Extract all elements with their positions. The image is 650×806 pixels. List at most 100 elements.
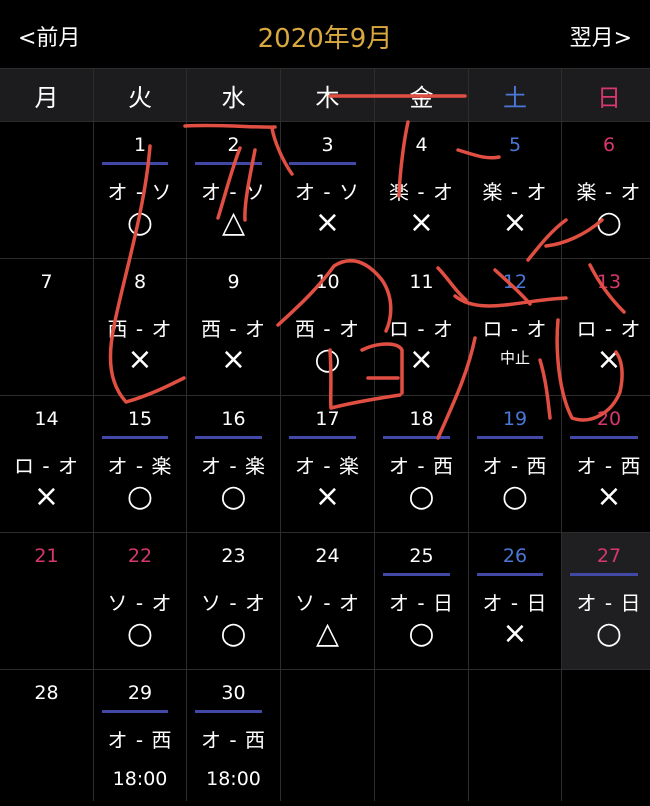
day-number: 11 <box>409 271 434 293</box>
result-mark: × <box>408 342 435 377</box>
result-mark: × <box>220 342 247 377</box>
day-cell-24[interactable]: 24 ソ - オ △ <box>281 533 374 669</box>
day-cell-3[interactable]: 3 オ - ソ × <box>281 122 374 258</box>
empty-cell <box>281 670 374 806</box>
day-number: 1 <box>133 134 147 156</box>
day-number: 6 <box>602 134 616 156</box>
match-label: オ - 楽 <box>295 454 360 478</box>
game-indicator-bar <box>195 710 262 713</box>
day-cell-13[interactable]: 13 ロ - オ × <box>562 259 650 395</box>
day-number: 5 <box>508 134 522 156</box>
match-label: オ - ソ <box>295 180 360 204</box>
day-cell-9[interactable]: 9 西 - オ × <box>187 259 280 395</box>
day-cell-22[interactable]: 22 ソ - オ ○ <box>94 533 186 669</box>
day-cell-23[interactable]: 23 ソ - オ ○ <box>187 533 280 669</box>
day-number: 27 <box>596 545 622 567</box>
day-number: 10 <box>315 271 340 293</box>
match-label: 楽 - オ <box>576 180 642 204</box>
day-number: 24 <box>315 545 340 567</box>
day-cell-12[interactable]: 12 ロ - オ中止 <box>469 259 561 395</box>
match-label: ロ - オ <box>482 317 548 341</box>
match-label: 西 - オ <box>201 317 266 341</box>
day-cell-15[interactable]: 15 オ - 楽 ○ <box>94 396 186 532</box>
day-cell-25[interactable]: 25 オ - 日 ○ <box>375 533 468 669</box>
day-number: 3 <box>321 134 334 156</box>
day-cell-16[interactable]: 16 オ - 楽 ○ <box>187 396 280 532</box>
day-number: 13 <box>596 271 622 293</box>
month-title: 2020年9月 <box>257 24 393 54</box>
empty-cell <box>375 670 468 806</box>
day-cell-18[interactable]: 18 オ - 西 ○ <box>375 396 468 532</box>
result-mark: ○ <box>408 479 435 514</box>
result-mark: ○ <box>408 616 435 651</box>
day-number: 17 <box>315 408 340 430</box>
match-label: ロ - オ <box>389 317 454 341</box>
match-label: オ - 日 <box>389 591 454 615</box>
day-number: 15 <box>127 408 153 430</box>
day-cell-28[interactable]: 28 <box>0 670 93 806</box>
day-cell-26[interactable]: 26 オ - 日 × <box>469 533 561 669</box>
result-mark: × <box>502 205 528 240</box>
game-indicator-bar <box>102 162 168 165</box>
match-label: 楽 - オ <box>482 180 548 204</box>
match-label: 西 - オ <box>295 317 360 341</box>
result-mark: × <box>314 479 341 514</box>
day-cell-20[interactable]: 20 オ - 西 × <box>562 396 650 532</box>
game-indicator-bar <box>195 436 262 439</box>
day-cell-6[interactable]: 6 楽 - オ ○ <box>562 122 650 258</box>
match-label: ソ - オ <box>201 591 266 615</box>
day-number: 30 <box>221 682 246 704</box>
result-mark: △ <box>221 205 246 240</box>
day-cell-30[interactable]: 30 オ - 西 18:00 <box>187 670 280 806</box>
day-cell-19[interactable]: 19 オ - 西 ○ <box>469 396 561 532</box>
day-cell-7[interactable]: 7 <box>0 259 93 395</box>
game-time: 18:00 <box>112 768 168 790</box>
day-cell-1[interactable]: 1 オ - ソ ○ <box>94 122 186 258</box>
day-cell-5[interactable]: 5 楽 - オ × <box>469 122 561 258</box>
game-indicator-bar <box>477 573 543 576</box>
day-number: 22 <box>127 545 153 567</box>
day-number: 8 <box>133 271 147 293</box>
game-indicator-bar <box>383 573 450 576</box>
match-label: ソ - オ <box>107 591 173 615</box>
day-cell-11[interactable]: 11 ロ - オ × <box>375 259 468 395</box>
result-mark: × <box>596 342 622 377</box>
day-cell-27[interactable]: 27 オ - 日 ○ <box>562 533 650 669</box>
day-number: 18 <box>409 408 434 430</box>
match-label: オ - 西 <box>201 728 266 752</box>
day-cell-2[interactable]: 2 オ - ソ △ <box>187 122 280 258</box>
result-mark: × <box>502 616 528 651</box>
game-indicator-bar <box>102 436 168 439</box>
day-cell-29[interactable]: 29 オ - 西 18:00 <box>94 670 186 806</box>
day-number: 16 <box>221 408 246 430</box>
game-indicator-bar <box>383 436 450 439</box>
result-mark: ○ <box>314 342 341 377</box>
empty-cell <box>0 122 93 258</box>
result-mark: △ <box>315 616 340 651</box>
result-mark: ○ <box>220 616 247 651</box>
day-cell-8[interactable]: 8 西 - オ × <box>94 259 186 395</box>
day-cell-14[interactable]: 14 ロ - オ × <box>0 396 93 532</box>
day-cell-10[interactable]: 10 西 - オ ○ <box>281 259 374 395</box>
day-cell-4[interactable]: 4 楽 - オ × <box>375 122 468 258</box>
result-mark: × <box>408 205 435 240</box>
day-number: 20 <box>596 408 622 430</box>
day-number: 29 <box>127 682 153 704</box>
day-cell-21[interactable]: 21 <box>0 533 93 669</box>
weekday-fri: 金 <box>375 69 468 121</box>
day-cell-17[interactable]: 17 オ - 楽 × <box>281 396 374 532</box>
match-label: オ - 楽 <box>107 454 173 478</box>
result-mark: ○ <box>595 616 623 651</box>
weekday-sun: 日 <box>562 69 650 121</box>
result-mark: ○ <box>126 616 154 651</box>
next-month-button[interactable]: 翌月> <box>570 20 632 52</box>
day-number: 19 <box>502 408 528 430</box>
match-label: ロ - オ <box>576 317 642 341</box>
result-mark: × <box>314 205 341 240</box>
weekday-sat: 土 <box>469 69 561 121</box>
day-number: 7 <box>40 271 53 293</box>
weekday-mon: 月 <box>0 69 93 121</box>
weekday-tue: 火 <box>94 69 186 121</box>
match-label: オ - 日 <box>482 591 548 615</box>
day-number: 21 <box>34 545 59 567</box>
